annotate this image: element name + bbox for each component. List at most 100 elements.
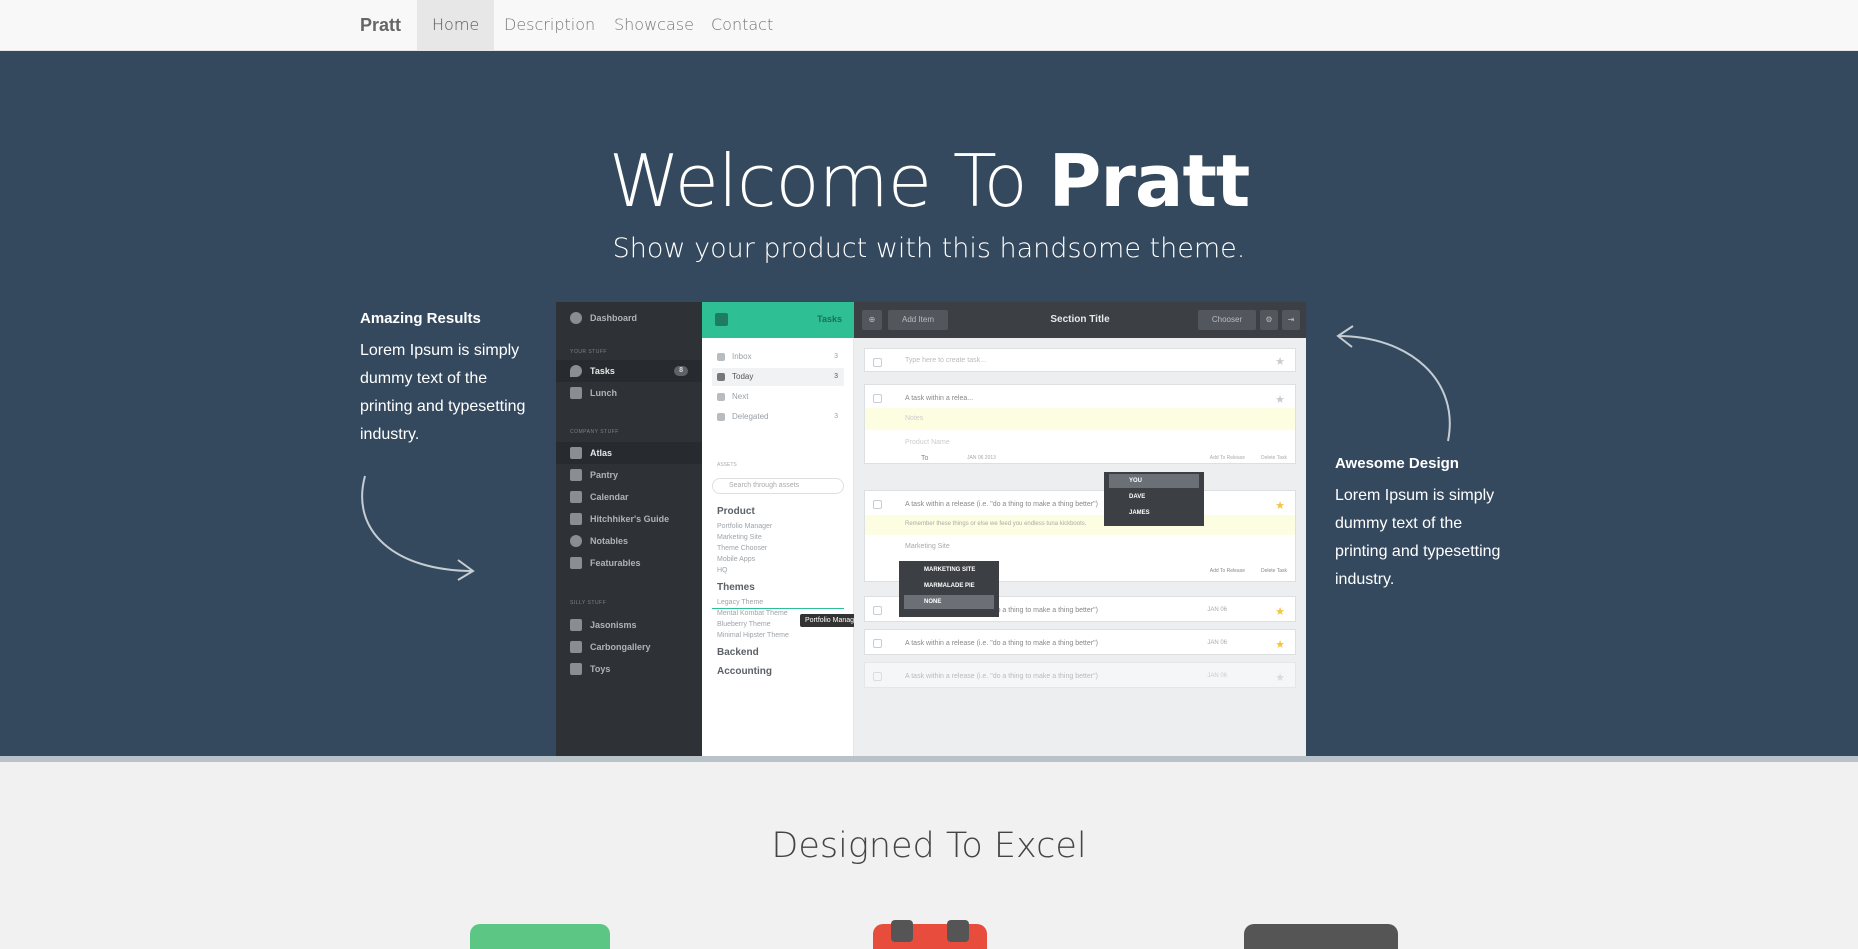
search-placeholder: Search through assets: [729, 482, 800, 489]
delete-task-link[interactable]: Delete Task: [1261, 455, 1287, 461]
filter-count: 3: [834, 413, 838, 420]
filter-count: 3: [834, 353, 838, 360]
brand-logo[interactable]: Pratt: [360, 15, 401, 36]
add-to-release-link[interactable]: Add To Release: [1210, 455, 1245, 461]
new-task-input[interactable]: Type here to create task... ★: [864, 348, 1296, 372]
sidebar-item-label: Lunch: [590, 388, 617, 398]
star-icon[interactable]: ★: [1275, 355, 1285, 368]
sidebar-item-label: Toys: [590, 664, 611, 674]
right-feature-heading: Awesome Design: [1335, 455, 1459, 472]
category-backend[interactable]: Backend: [717, 647, 759, 658]
sidebar-item-calendar[interactable]: Calendar: [556, 486, 702, 508]
sidebar-item-pantry[interactable]: Pantry: [556, 464, 702, 486]
project-option[interactable]: MARMALADE PIE: [904, 579, 994, 593]
filter-delegated[interactable]: Delegated 3: [712, 408, 844, 426]
asset-search-input[interactable]: Search through assets: [712, 478, 844, 494]
asset-item[interactable]: Mobile Apps: [717, 556, 755, 563]
category-accounting[interactable]: Accounting: [717, 666, 772, 677]
nav-contact[interactable]: Contact: [696, 0, 788, 50]
left-feature-text: Lorem Ipsum is simply dummy text of the …: [360, 342, 526, 443]
curved-arrow-icon: [1336, 325, 1451, 442]
asset-item[interactable]: Theme Chooser: [717, 545, 767, 552]
assignee-option[interactable]: JAMES: [1109, 506, 1199, 520]
gear-icon[interactable]: ⚙: [1260, 310, 1278, 330]
sidebar-item-label: Atlas: [590, 448, 613, 458]
notes-field[interactable]: Notes: [865, 408, 1295, 430]
logout-icon[interactable]: ⇥: [1282, 310, 1300, 330]
project-option[interactable]: MARKETING SITE: [904, 563, 994, 577]
assignee-option[interactable]: DAVE: [1109, 490, 1199, 504]
asset-item[interactable]: Minimal Hipster Theme: [717, 632, 789, 639]
project-field[interactable]: Marketing Site: [905, 543, 950, 550]
asset-item[interactable]: Portfolio Manager: [717, 523, 772, 530]
section-label: YOUR STUFF: [570, 349, 607, 355]
checkbox[interactable]: [873, 606, 882, 615]
checkbox[interactable]: [873, 672, 882, 681]
checkbox[interactable]: [873, 394, 882, 403]
new-task-placeholder: Type here to create task...: [905, 357, 986, 364]
nav-home[interactable]: Home: [417, 0, 495, 50]
note-field[interactable]: Remember these things or else we feed yo…: [865, 515, 1295, 535]
sidebar-item-jasonisms[interactable]: Jasonisms: [556, 614, 702, 636]
main-header: ⊕ Add Item Section Title Chooser ⚙ ⇥: [854, 302, 1306, 338]
hero-title: Welcome To Pratt: [608, 139, 1251, 223]
filter-today[interactable]: Today 3: [712, 368, 844, 386]
category-product[interactable]: Product: [717, 506, 755, 517]
star-icon[interactable]: ★: [1275, 638, 1285, 651]
task-date: JAN 06: [1207, 673, 1227, 679]
filter-inbox[interactable]: Inbox 3: [712, 348, 844, 366]
star-icon[interactable]: ★: [1275, 393, 1285, 406]
sidebar-item-label: Tasks: [590, 366, 615, 376]
task-row[interactable]: A task within a release (i.e. "do a thin…: [864, 662, 1296, 688]
sidebar-item-tasks[interactable]: Tasks 8: [556, 360, 702, 382]
sidebar-item-dashboard[interactable]: Dashboard: [556, 307, 702, 329]
star-icon[interactable]: ★: [1275, 671, 1285, 684]
sidebar-item-lunch[interactable]: Lunch: [556, 382, 702, 404]
tasks-header-label: Tasks: [817, 314, 842, 324]
count-badge: 8: [674, 366, 688, 376]
task-row[interactable]: A task within a release (i.e. "do a thin…: [864, 629, 1296, 655]
nav-showcase[interactable]: Showcase: [599, 0, 709, 50]
note-text: Remember these things or else we feed yo…: [905, 521, 1087, 527]
chooser-button[interactable]: Chooser: [1198, 310, 1256, 330]
sidebar-item-toys[interactable]: Toys: [556, 658, 702, 680]
task-card-expanded[interactable]: A task within a relea... ★ Notes Product…: [864, 384, 1296, 464]
task-title: A task within a release (i.e. "do a thin…: [905, 501, 1098, 508]
dashboard-icon: [570, 312, 582, 324]
delete-task-link[interactable]: Delete Task: [1261, 568, 1287, 574]
star-icon[interactable]: ★: [1275, 499, 1285, 512]
task-title: A task within a relea...: [905, 395, 974, 402]
tasks-header: Tasks: [702, 302, 854, 338]
sidebar-item-label: Jasonisms: [590, 620, 637, 630]
sidebar-item-atlas[interactable]: Atlas: [556, 442, 702, 464]
nav-description[interactable]: Description: [489, 0, 610, 50]
asset-item[interactable]: Blueberry Theme: [717, 621, 771, 628]
due-date: JAN 06 2013: [967, 455, 996, 461]
to-field[interactable]: To: [921, 455, 928, 462]
checkbox[interactable]: [873, 500, 882, 509]
sidebar-item-notables[interactable]: Notables: [556, 530, 702, 552]
sidebar-item-guide[interactable]: Hitchhiker's Guide: [556, 508, 702, 530]
asset-item[interactable]: Marketing Site: [717, 534, 762, 541]
add-to-release-link[interactable]: Add To Release: [1210, 568, 1245, 574]
left-feature-heading: Amazing Results: [360, 310, 481, 327]
asset-item[interactable]: HQ: [717, 567, 728, 574]
app-main-panel: ⊕ Add Item Section Title Chooser ⚙ ⇥ Typ…: [854, 302, 1306, 756]
checkbox[interactable]: [873, 639, 882, 648]
calendar-ring: [947, 920, 969, 942]
asset-item[interactable]: Mental Kombat Theme: [717, 610, 788, 617]
category-themes[interactable]: Themes: [717, 582, 755, 593]
assignee-option[interactable]: YOU: [1109, 474, 1199, 488]
sidebar-item-carbongallery[interactable]: Carbongallery: [556, 636, 702, 658]
puzzle-icon: [570, 619, 582, 631]
sidebar-item-label: Carbongallery: [590, 642, 651, 652]
trophy-icon: [570, 557, 582, 569]
star-icon[interactable]: ★: [1275, 605, 1285, 618]
filter-next[interactable]: Next: [712, 388, 844, 406]
app-task-list: Tasks Inbox 3 Today 3 Next Delegated 3 ASSE…: [702, 302, 854, 756]
sidebar-item-featurables[interactable]: Featurables: [556, 552, 702, 574]
product-field[interactable]: Product Name: [905, 439, 950, 446]
features-section: Designed To Excel: [0, 762, 1858, 949]
asset-item[interactable]: Legacy Theme: [717, 599, 763, 606]
project-option[interactable]: NONE: [904, 595, 994, 609]
